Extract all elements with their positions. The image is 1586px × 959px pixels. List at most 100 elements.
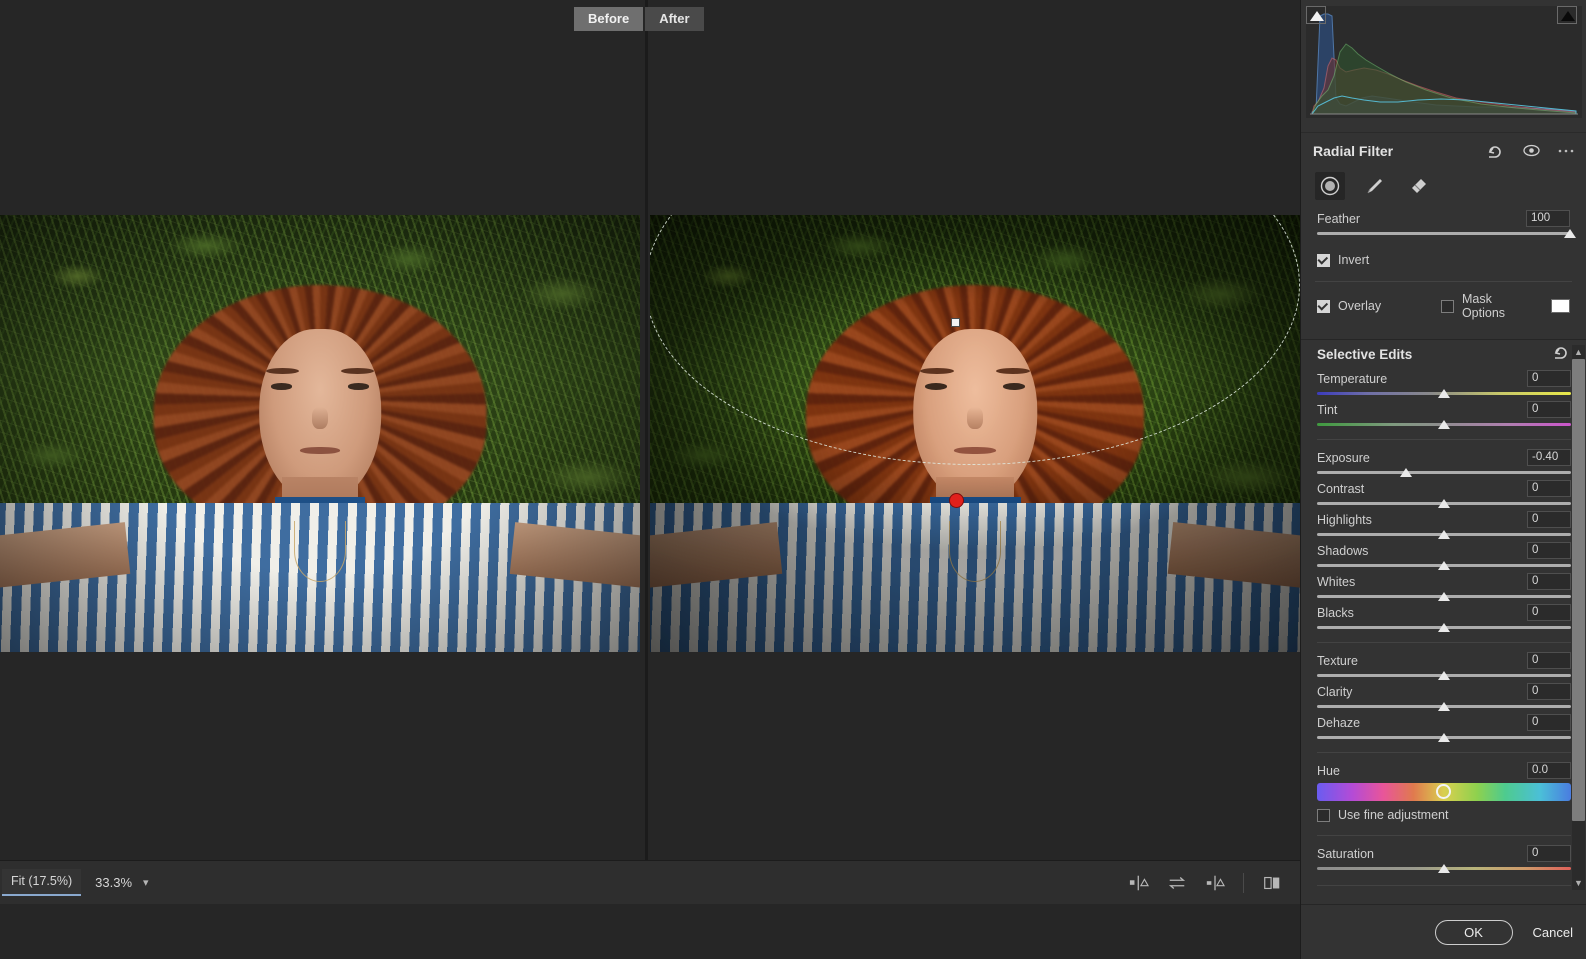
tint-value[interactable]: 0 <box>1527 401 1571 418</box>
feather-value[interactable]: 100 <box>1526 210 1570 227</box>
side-by-side-icon[interactable] <box>1262 874 1282 892</box>
blacks-value[interactable]: 0 <box>1527 604 1571 621</box>
reset-icon[interactable] <box>1487 144 1505 158</box>
saturation-knob[interactable] <box>1438 864 1450 873</box>
whites-label: Whites <box>1317 574 1356 589</box>
before-image-pane[interactable] <box>0 215 640 652</box>
temperature-track[interactable] <box>1317 389 1571 399</box>
exposure-track[interactable] <box>1317 468 1571 478</box>
highlight-clipping-button[interactable] <box>1557 6 1577 24</box>
temperature-value[interactable]: 0 <box>1527 370 1571 387</box>
invert-checkbox[interactable] <box>1317 253 1330 267</box>
dehaze-value[interactable]: 0 <box>1527 714 1571 731</box>
tint-slider-row: Tint 0 <box>1301 399 1586 430</box>
tab-before[interactable]: Before <box>574 7 644 31</box>
eraser-tool[interactable] <box>1403 172 1433 200</box>
shadows-knob[interactable] <box>1438 561 1450 570</box>
fine-adjustment-checkbox[interactable] <box>1317 808 1330 822</box>
radial-filter-header: Radial Filter <box>1301 132 1586 168</box>
after-image-pane[interactable] <box>650 215 1300 652</box>
section-divider <box>1315 281 1572 282</box>
exposure-value[interactable]: -0.40 <box>1527 449 1571 466</box>
eye-visibility-icon[interactable] <box>1523 144 1540 157</box>
fit-zoom-button[interactable]: Fit (17.5%) <box>2 869 82 896</box>
clarity-knob[interactable] <box>1438 702 1450 711</box>
radial-exposure-effect <box>650 215 1300 652</box>
tint-knob[interactable] <box>1438 420 1450 429</box>
mask-options-checkbox[interactable] <box>1440 299 1454 313</box>
reset-icon[interactable] <box>1553 345 1571 364</box>
scrollbar-thumb[interactable] <box>1572 359 1585 821</box>
dehaze-knob[interactable] <box>1438 733 1450 742</box>
highlights-value[interactable]: 0 <box>1527 511 1571 528</box>
shadows-value[interactable]: 0 <box>1527 542 1571 559</box>
selective-edits-panel: Selective Edits Temperature 0 Tint 0 Exp… <box>1301 339 1586 904</box>
more-options-icon[interactable] <box>1558 148 1574 154</box>
whites-value[interactable]: 0 <box>1527 573 1571 590</box>
saturation-track[interactable] <box>1317 864 1571 874</box>
saturation-slider-row: Saturation 0 <box>1301 843 1586 874</box>
ok-button[interactable]: OK <box>1434 919 1513 945</box>
dehaze-track[interactable] <box>1317 733 1571 743</box>
dehaze-slider-row: Dehaze 0 <box>1301 712 1586 743</box>
split-view-center-icon[interactable] <box>1205 874 1225 892</box>
whites-track[interactable] <box>1317 592 1571 602</box>
white-triangle-icon <box>1310 11 1324 21</box>
histogram-panel <box>1301 0 1586 132</box>
brush-tool[interactable] <box>1359 172 1389 200</box>
white-balance-group: Temperature 0 Tint 0 <box>1301 368 1586 430</box>
texture-track[interactable] <box>1317 671 1571 681</box>
contrast-value[interactable]: 0 <box>1527 480 1571 497</box>
highlights-track[interactable] <box>1317 530 1571 540</box>
section-divider <box>1317 885 1571 886</box>
blacks-track[interactable] <box>1317 623 1571 633</box>
cancel-button[interactable]: Cancel <box>1533 925 1573 940</box>
saturation-value[interactable]: 0 <box>1527 845 1571 862</box>
hue-gradient-track[interactable] <box>1317 783 1571 801</box>
temperature-slider-row: Temperature 0 <box>1301 368 1586 399</box>
whites-knob[interactable] <box>1438 592 1450 601</box>
hue-value[interactable]: 0.0 <box>1527 762 1571 779</box>
clarity-track[interactable] <box>1317 702 1571 712</box>
pane-divider <box>645 0 648 860</box>
contrast-track[interactable] <box>1317 499 1571 509</box>
tint-track[interactable] <box>1317 420 1571 430</box>
temperature-knob[interactable] <box>1438 389 1450 398</box>
hue-label: Hue <box>1317 763 1340 778</box>
contrast-slider-row: Contrast 0 <box>1301 478 1586 509</box>
panel-header-icons <box>1487 144 1574 158</box>
panel-scrollbar[interactable]: ▲ ▼ <box>1572 345 1585 890</box>
exposure-track-bar <box>1317 471 1571 474</box>
hue-knob[interactable] <box>1436 784 1451 799</box>
image-viewport[interactable]: Before After <box>0 0 1300 860</box>
saturation-label: Saturation <box>1317 846 1374 861</box>
texture-value[interactable]: 0 <box>1527 652 1571 669</box>
mask-color-swatch[interactable] <box>1550 299 1571 313</box>
dehaze-label: Dehaze <box>1317 715 1361 730</box>
chevron-down-icon[interactable]: ▾ <box>143 876 149 889</box>
feather-track-bar <box>1317 232 1570 235</box>
texture-knob[interactable] <box>1438 671 1450 680</box>
shadows-track[interactable] <box>1317 561 1571 571</box>
feather-knob[interactable] <box>1564 229 1576 238</box>
zoom-level-value[interactable]: 33.3% <box>95 875 132 890</box>
feather-track[interactable] <box>1317 229 1576 239</box>
texture-slider-row: Texture 0 <box>1301 650 1586 681</box>
shadow-clipping-button[interactable] <box>1306 6 1326 24</box>
photo-before <box>0 215 640 652</box>
tab-after[interactable]: After <box>645 7 704 31</box>
highlights-knob[interactable] <box>1438 530 1450 539</box>
exposure-knob[interactable] <box>1399 468 1412 477</box>
split-view-vertical-icon[interactable] <box>1129 874 1149 892</box>
blacks-knob[interactable] <box>1438 623 1450 632</box>
photo-editor-window: Before After Fit (17.5%) 33.3% ▾ Radial … <box>0 0 1586 959</box>
scroll-up-icon[interactable]: ▲ <box>1572 345 1585 359</box>
swap-before-after-icon[interactable] <box>1167 874 1187 892</box>
contrast-knob[interactable] <box>1438 499 1450 508</box>
section-divider <box>1317 642 1571 643</box>
clarity-value[interactable]: 0 <box>1527 683 1571 700</box>
scroll-down-icon[interactable]: ▼ <box>1572 876 1585 890</box>
overlay-checkbox[interactable] <box>1317 299 1330 313</box>
status-bar: Fit (17.5%) 33.3% ▾ <box>0 860 1300 904</box>
radial-tool[interactable] <box>1315 172 1345 200</box>
